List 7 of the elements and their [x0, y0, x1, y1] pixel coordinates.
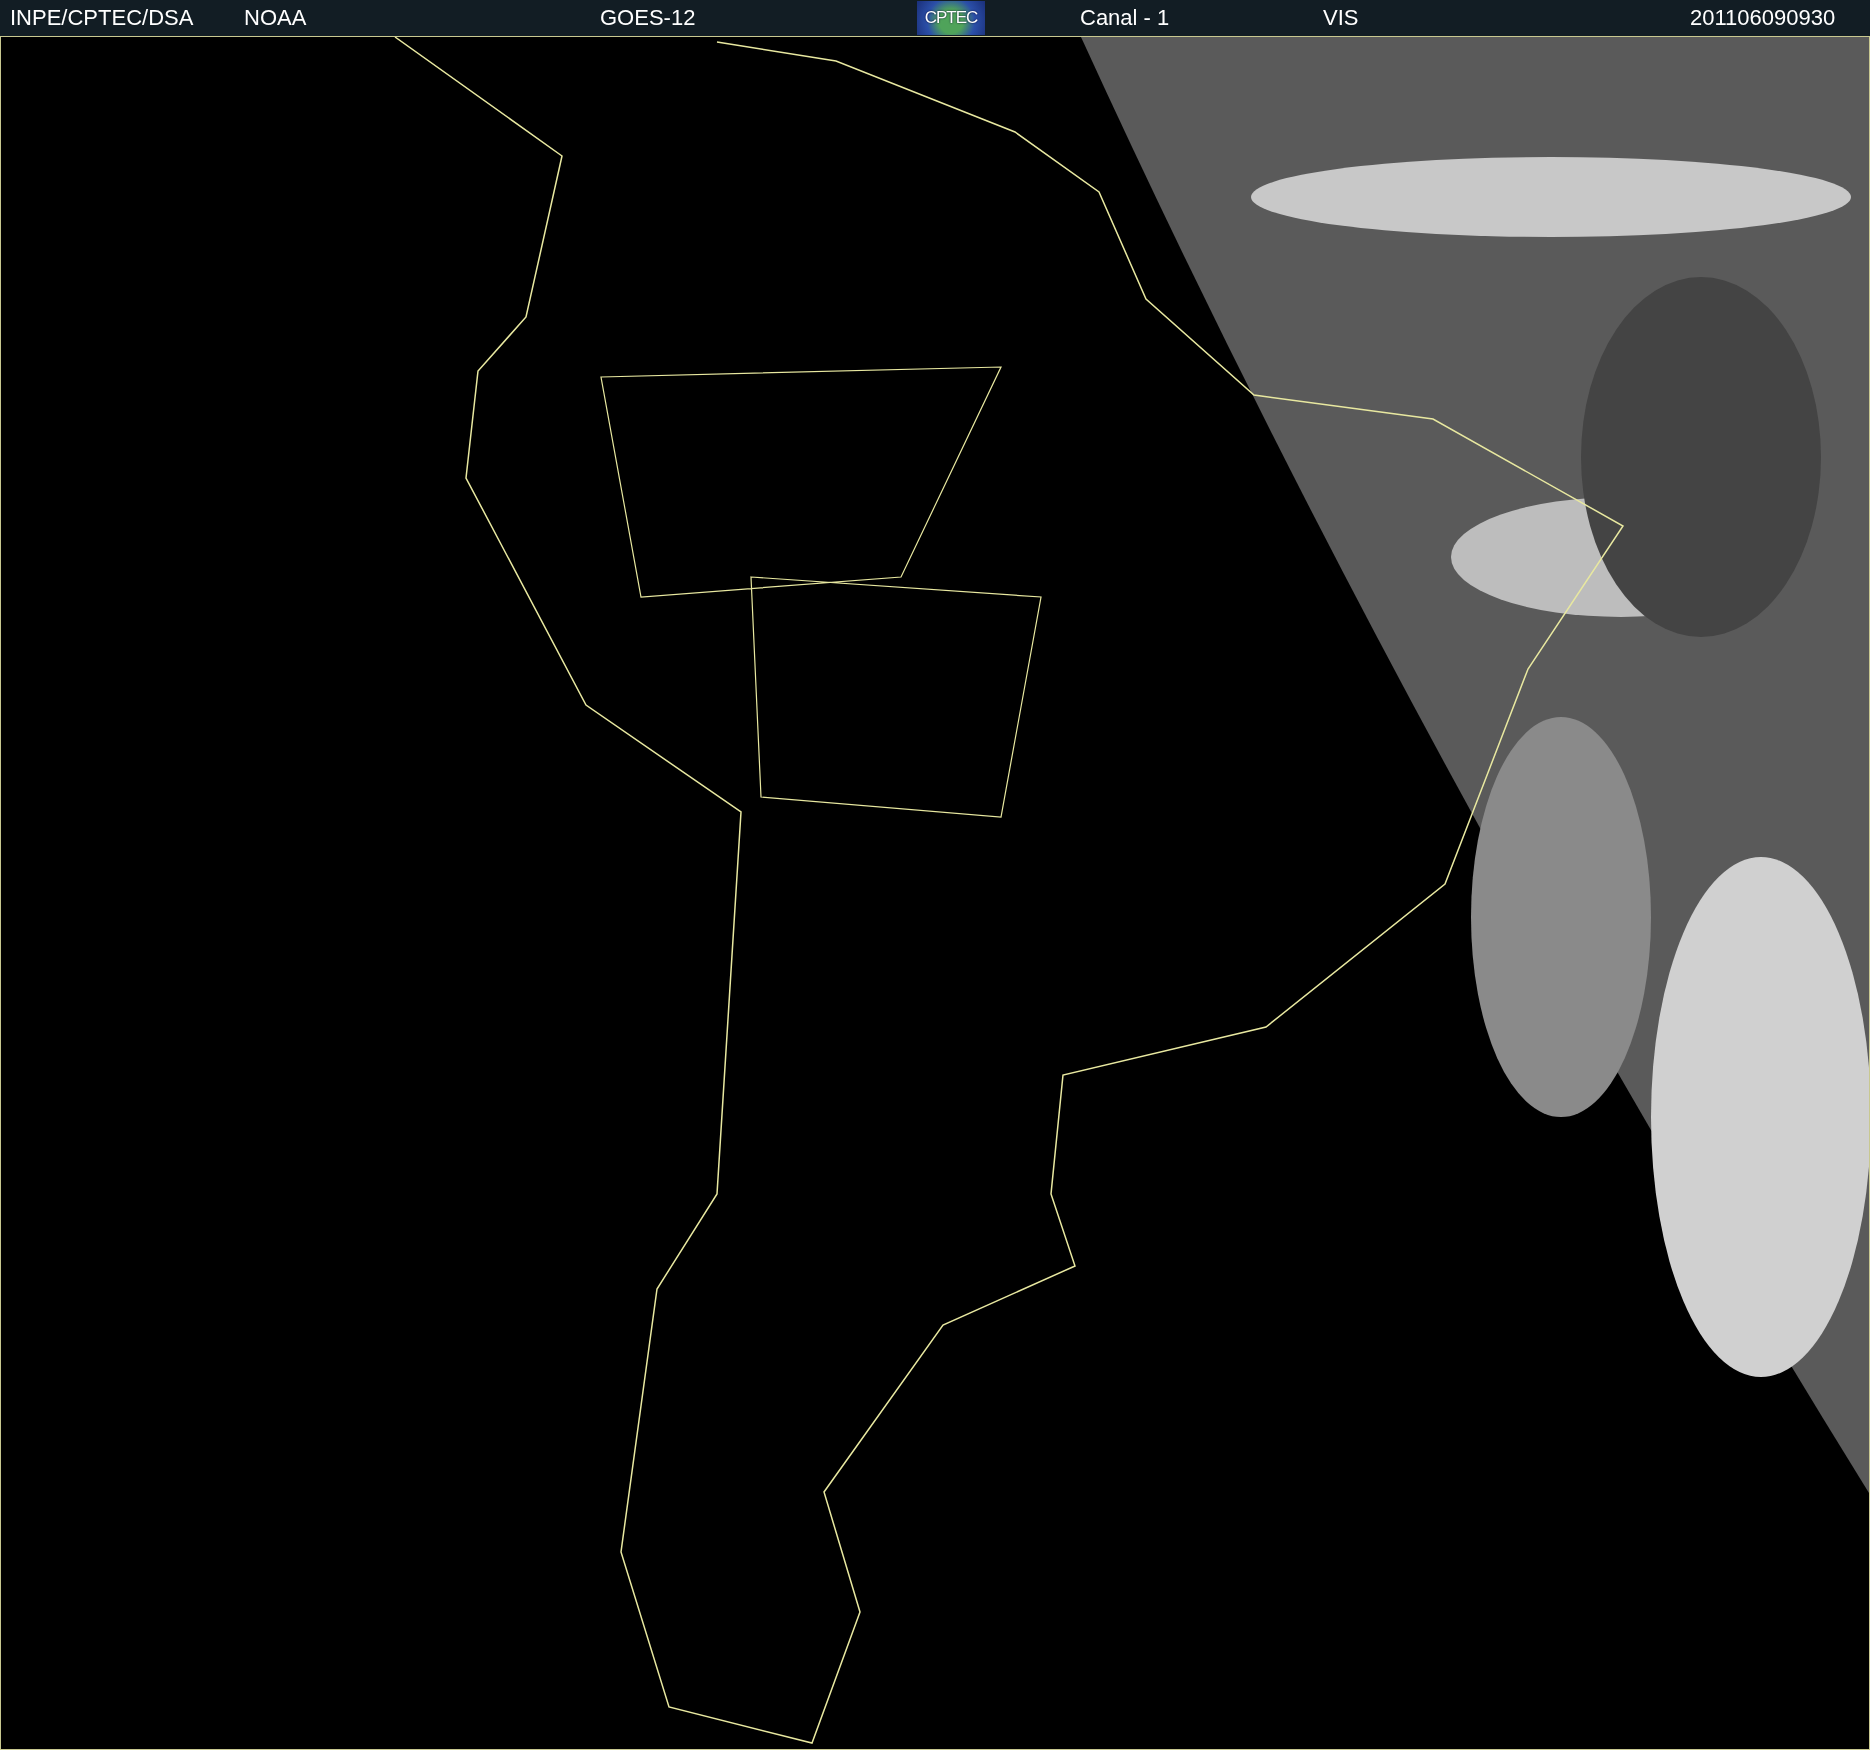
channel-label: Canal - 1	[1080, 5, 1171, 31]
agency-label: INPE/CPTEC/DSA	[10, 5, 195, 31]
source-label: NOAA	[244, 5, 308, 31]
band-label: VIS	[1323, 5, 1360, 31]
logo: CPTEC	[917, 1, 985, 35]
satellite-label: GOES-12	[600, 5, 697, 31]
timestamp-label: 201106090930	[1690, 5, 1837, 31]
